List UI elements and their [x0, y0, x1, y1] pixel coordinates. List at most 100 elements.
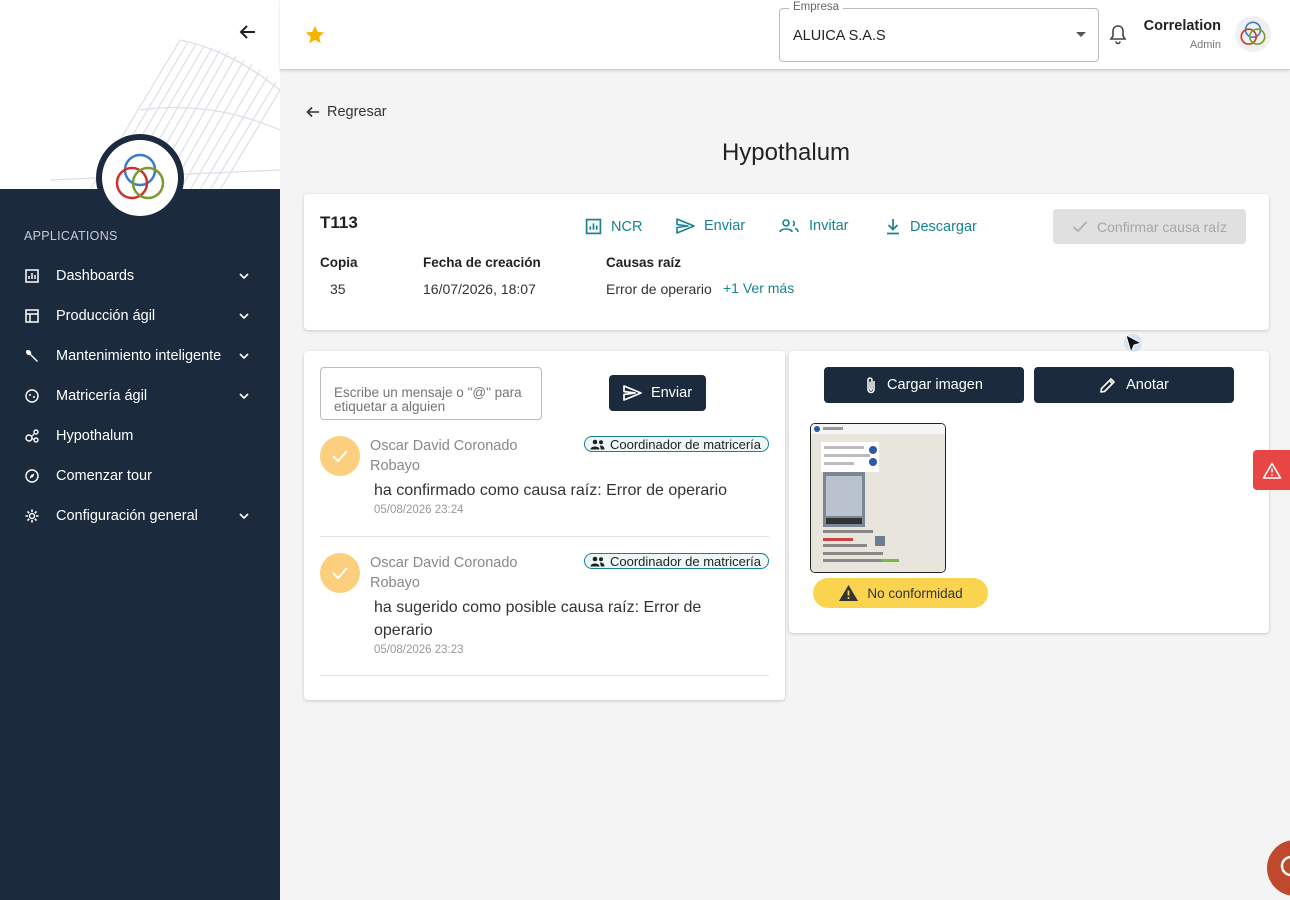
root-causes-label: Causas raíz: [606, 255, 682, 270]
invite-button-label: Invitar: [809, 218, 849, 234]
send-ticket-button-label: Enviar: [704, 218, 746, 234]
chat-card: Enviar Oscar David Coronado Robayo Coord…: [304, 351, 785, 700]
message-text: ha sugerido como posible causa raíz: Err…: [374, 599, 702, 639]
ticket-info-card: T113 NCR Enviar Invitar Descargar Confir…: [304, 194, 1269, 330]
page-title: Hypothalum: [721, 139, 851, 166]
user-role: Admin: [1189, 39, 1221, 51]
created-date-label: Fecha de creación: [423, 255, 541, 270]
globe-icon: [24, 388, 40, 404]
send-icon: [623, 385, 642, 401]
correlation-logo-icon: [115, 153, 165, 200]
compass-icon: [24, 468, 40, 484]
check-circle-icon: [320, 553, 360, 593]
user-name: Correlation: [1143, 18, 1221, 34]
sidebar-item-label: Matricería ágil: [56, 388, 148, 404]
message-timestamp: 05/08/2026 23:23: [374, 644, 464, 656]
copy-label: Copia: [320, 255, 358, 270]
send-message-label: Enviar: [650, 385, 693, 401]
send-icon: [676, 218, 695, 234]
message-input[interactable]: [320, 367, 542, 420]
chat-message: Oscar David Coronado Robayo Coordinador …: [320, 436, 769, 537]
sidebar-item-produccion-agil[interactable]: Producción ágil: [0, 296, 280, 336]
sidebar-item-mantenimiento-inteligente[interactable]: Mantenimiento inteligente: [0, 336, 280, 376]
sidebar: APPLICATIONS Dashboards Producción ágil …: [0, 0, 280, 900]
nodes-icon: [24, 428, 40, 444]
chat-bubble-icon: [1280, 855, 1290, 877]
annotate-label: Anotar: [1126, 377, 1169, 393]
see-more-link[interactable]: +1 Ver más: [723, 280, 794, 296]
sidebar-item-label: Mantenimiento inteligente: [56, 348, 222, 364]
notification-bell-icon[interactable]: [1108, 24, 1128, 46]
message-author: Oscar David Coronado Robayo: [370, 555, 518, 591]
sidebar-item-label: Hypothalum: [56, 428, 134, 444]
sidebar-item-label: Dashboards: [56, 268, 135, 284]
chat-message: Oscar David Coronado Robayo Coordinador …: [320, 553, 769, 676]
chevron-down-icon: [239, 273, 249, 280]
upload-image-button[interactable]: Cargar imagen: [824, 367, 1024, 403]
invite-button[interactable]: Invitar: [778, 218, 849, 234]
arrow-left-icon: [306, 106, 319, 118]
role-badge-label: Coordinador de matricería: [609, 436, 761, 452]
warning-icon: [1262, 462, 1281, 479]
back-link-label: Regresar: [327, 104, 387, 120]
dropdown-arrow-icon: [1076, 32, 1086, 37]
created-date-value: 16/07/2026, 18:07: [423, 281, 536, 297]
company-select[interactable]: Empresa ALUICA S.A.S: [779, 1, 1099, 62]
avatar[interactable]: [1235, 16, 1271, 52]
sidebar-item-comenzar-tour[interactable]: Comenzar tour: [0, 456, 280, 496]
company-select-value: ALUICA S.A.S: [793, 28, 886, 44]
people-icon: [779, 219, 799, 233]
role-badge: Coordinador de matricería: [583, 436, 769, 452]
check-icon: [1072, 221, 1088, 233]
warning-icon: [839, 585, 859, 601]
ncr-button-label: NCR: [611, 218, 643, 235]
role-badge: Coordinador de matricería: [583, 553, 769, 569]
download-button-label: Descargar: [910, 218, 977, 235]
evidence-image: [811, 424, 945, 572]
send-ticket-button[interactable]: Enviar: [676, 218, 745, 234]
paperclip-icon: [867, 376, 875, 393]
sidebar-item-configuracion-general[interactable]: Configuración general: [0, 496, 280, 536]
alert-tab[interactable]: [1253, 450, 1290, 490]
copy-value: 35: [330, 281, 346, 297]
confirm-root-cause-button[interactable]: Confirmar causa raíz: [1053, 209, 1246, 244]
non-conformity-badge: No conformidad: [813, 578, 988, 608]
chevron-down-icon: [239, 513, 249, 520]
back-link[interactable]: Regresar: [305, 104, 387, 120]
upload-image-label: Cargar imagen: [887, 377, 983, 393]
role-badge-label: Coordinador de matricería: [609, 553, 761, 569]
chevron-down-icon: [239, 393, 249, 400]
sidebar-item-matriceria-agil[interactable]: Matricería ágil: [0, 376, 280, 416]
chevron-down-icon: [239, 313, 249, 320]
arrow-left-icon: [239, 25, 255, 39]
table-icon: [24, 308, 40, 324]
mouse-cursor-icon: [1124, 334, 1143, 354]
company-select-label: Empresa: [789, 1, 844, 13]
sidebar-nav: Dashboards Producción ágil Mantenimiento…: [0, 256, 280, 536]
download-button[interactable]: Descargar: [885, 218, 977, 235]
check-circle-icon: [320, 436, 360, 476]
sidebar-item-hypothalum[interactable]: Hypothalum: [0, 416, 280, 456]
sidebar-item-label: Configuración general: [56, 508, 198, 524]
sidebar-item-label: Producción ágil: [56, 308, 156, 324]
bar-chart-icon: [585, 218, 602, 235]
annotate-button[interactable]: Anotar: [1034, 367, 1234, 403]
ncr-button[interactable]: NCR: [585, 218, 642, 235]
sidebar-item-dashboards[interactable]: Dashboards: [0, 256, 280, 296]
message-text: ha confirmado como causa raíz: Error de …: [374, 482, 728, 499]
correlation-logo-icon: [1240, 21, 1266, 45]
top-header: Empresa ALUICA S.A.S Correlation Admin: [280, 0, 1290, 70]
confirm-root-cause-label: Confirmar causa raíz: [1097, 218, 1227, 235]
star-icon[interactable]: [304, 24, 326, 46]
chevron-down-icon: [239, 353, 249, 360]
collapse-sidebar-button[interactable]: [234, 18, 262, 46]
people-icon: [590, 556, 605, 566]
send-message-button[interactable]: Enviar: [609, 375, 706, 411]
people-icon: [590, 439, 605, 449]
evidence-image-thumbnail[interactable]: [810, 423, 946, 573]
download-icon: [887, 219, 899, 235]
help-chat-button[interactable]: [1267, 840, 1290, 896]
wrench-icon: [24, 348, 40, 364]
media-card: Cargar imagen Anotar No conformidad: [789, 351, 1269, 633]
message-author: Oscar David Coronado Robayo: [370, 438, 518, 474]
